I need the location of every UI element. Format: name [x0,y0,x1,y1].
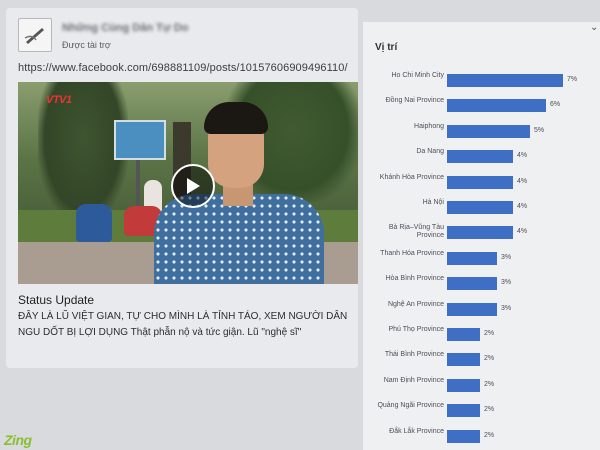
location-bar-row: Ho Chi Minh City 7% [363,72,600,98]
location-bar-row: Bà Rịa–Vũng Tàu Province 4% [363,224,600,250]
video-scenery-motorbike [76,204,112,242]
location-bar-label: Đắk Lắk Province [389,427,444,435]
location-bar-value: 3% [501,279,512,287]
location-bar [447,251,497,265]
channel-logo: VTV1 [46,94,72,106]
post-url-link[interactable]: https://www.facebook.com/698881109/posts… [18,62,348,74]
location-bar-value: 7% [567,76,578,83]
location-bar-label: Đồng Nai Province [385,97,444,105]
chevron-down-icon[interactable]: ⌄ [590,22,598,33]
location-bar-label: Bà Rịa–Vũng Tàu Province [388,224,444,240]
location-bar-row: Khánh Hòa Province 4% [363,174,600,200]
video-subject-hair [204,102,268,134]
location-bar [447,277,497,291]
location-bar-label: Nam Định Province [383,376,444,384]
location-bar [447,353,480,367]
sponsored-label: Được tài trợ [62,40,111,50]
location-bar-label: Hà Nội [422,199,444,206]
play-icon [187,178,200,194]
location-bar-label: Da Nang [416,148,444,156]
location-bar [447,124,530,138]
location-bar-row: Nam Định Province 2% [363,377,600,403]
location-bar-value: 4% [517,152,528,160]
location-bar-label: Khánh Hòa Province [379,173,444,181]
location-bar-value: 6% [550,101,561,109]
video-player[interactable]: VTV1 [18,82,358,284]
panel-title: Vị trí [375,42,398,53]
location-bar [447,302,497,316]
sponsored-post-card: Những Cùng Dân Tự Do Được tài trợ https:… [6,8,358,368]
status-title: Status Update [18,293,95,307]
location-bar-row: Đắk Lắk Province 2% [363,428,600,450]
location-bar-label: Nghệ An Province [387,300,444,308]
location-bar-row: Phú Thọ Province 2% [363,326,600,352]
location-bar [447,226,513,240]
location-bar [447,150,513,164]
page-logo-icon [24,28,44,44]
location-bar-value: 2% [484,431,495,439]
location-bar-row: Nghệ An Province 3% [363,301,600,327]
location-bar-value: 3% [501,304,512,312]
location-bar [447,429,480,443]
location-insights-panel: Vị trí Ho Chi Minh City 7% Đồng Nai Provin… [363,22,600,450]
location-bar [447,74,563,87]
location-bar-value: 2% [484,330,495,337]
location-bar-label: Hòa Bình Province [385,275,444,283]
location-bar-label: Thái Bình Province [384,351,444,359]
location-bar-value: 3% [501,253,512,261]
location-bar [447,378,480,392]
location-bar-value: 4% [517,177,528,185]
video-scenery-sign [114,120,166,160]
location-bar-label: Quảng Ngãi Province [377,402,444,410]
location-bar [447,99,546,113]
status-text: ĐÂY LÀ LŨ VIỆT GIAN, TỰ CHO MÌNH LÀ TỈNH… [18,311,348,338]
location-bar-row: Haiphong 5% [363,123,600,149]
location-bar-row: Da Nang 4% [363,148,600,174]
location-bar-row: Quảng Ngãi Province 2% [363,402,600,428]
page-name[interactable]: Những Cùng Dân Tự Do [62,22,189,34]
location-bar-row: Thái Bình Province 2% [363,351,600,377]
location-bar-label: Haiphong [414,122,444,130]
location-bar-row: Hà Nội 4% [363,199,600,225]
location-bar-value: 2% [484,380,495,388]
page-avatar[interactable] [18,18,52,52]
brand-logo: Zing [4,432,32,448]
location-bar-value: 5% [534,126,545,134]
location-bar-value: 2% [484,406,495,414]
location-bar-label: Phú Thọ Province [388,326,444,333]
location-bar-row: Hòa Bình Province 3% [363,275,600,301]
location-bar [447,328,480,341]
location-bar-row: Thanh Hóa Province 3% [363,250,600,276]
location-bar [447,201,513,214]
play-button[interactable] [171,164,215,208]
location-bar-label: Ho Chi Minh City [391,72,444,79]
location-bar-row: Đồng Nai Province 6% [363,97,600,123]
location-bar [447,175,513,189]
post-header: Những Cùng Dân Tự Do Được tài trợ [18,14,348,56]
location-bar [447,404,480,418]
location-bar-label: Thanh Hóa Province [380,249,444,257]
location-bar-value: 4% [517,203,528,210]
location-bar-value: 4% [517,228,528,236]
video-subject-shirt [154,194,324,284]
location-bar-value: 2% [484,355,495,363]
